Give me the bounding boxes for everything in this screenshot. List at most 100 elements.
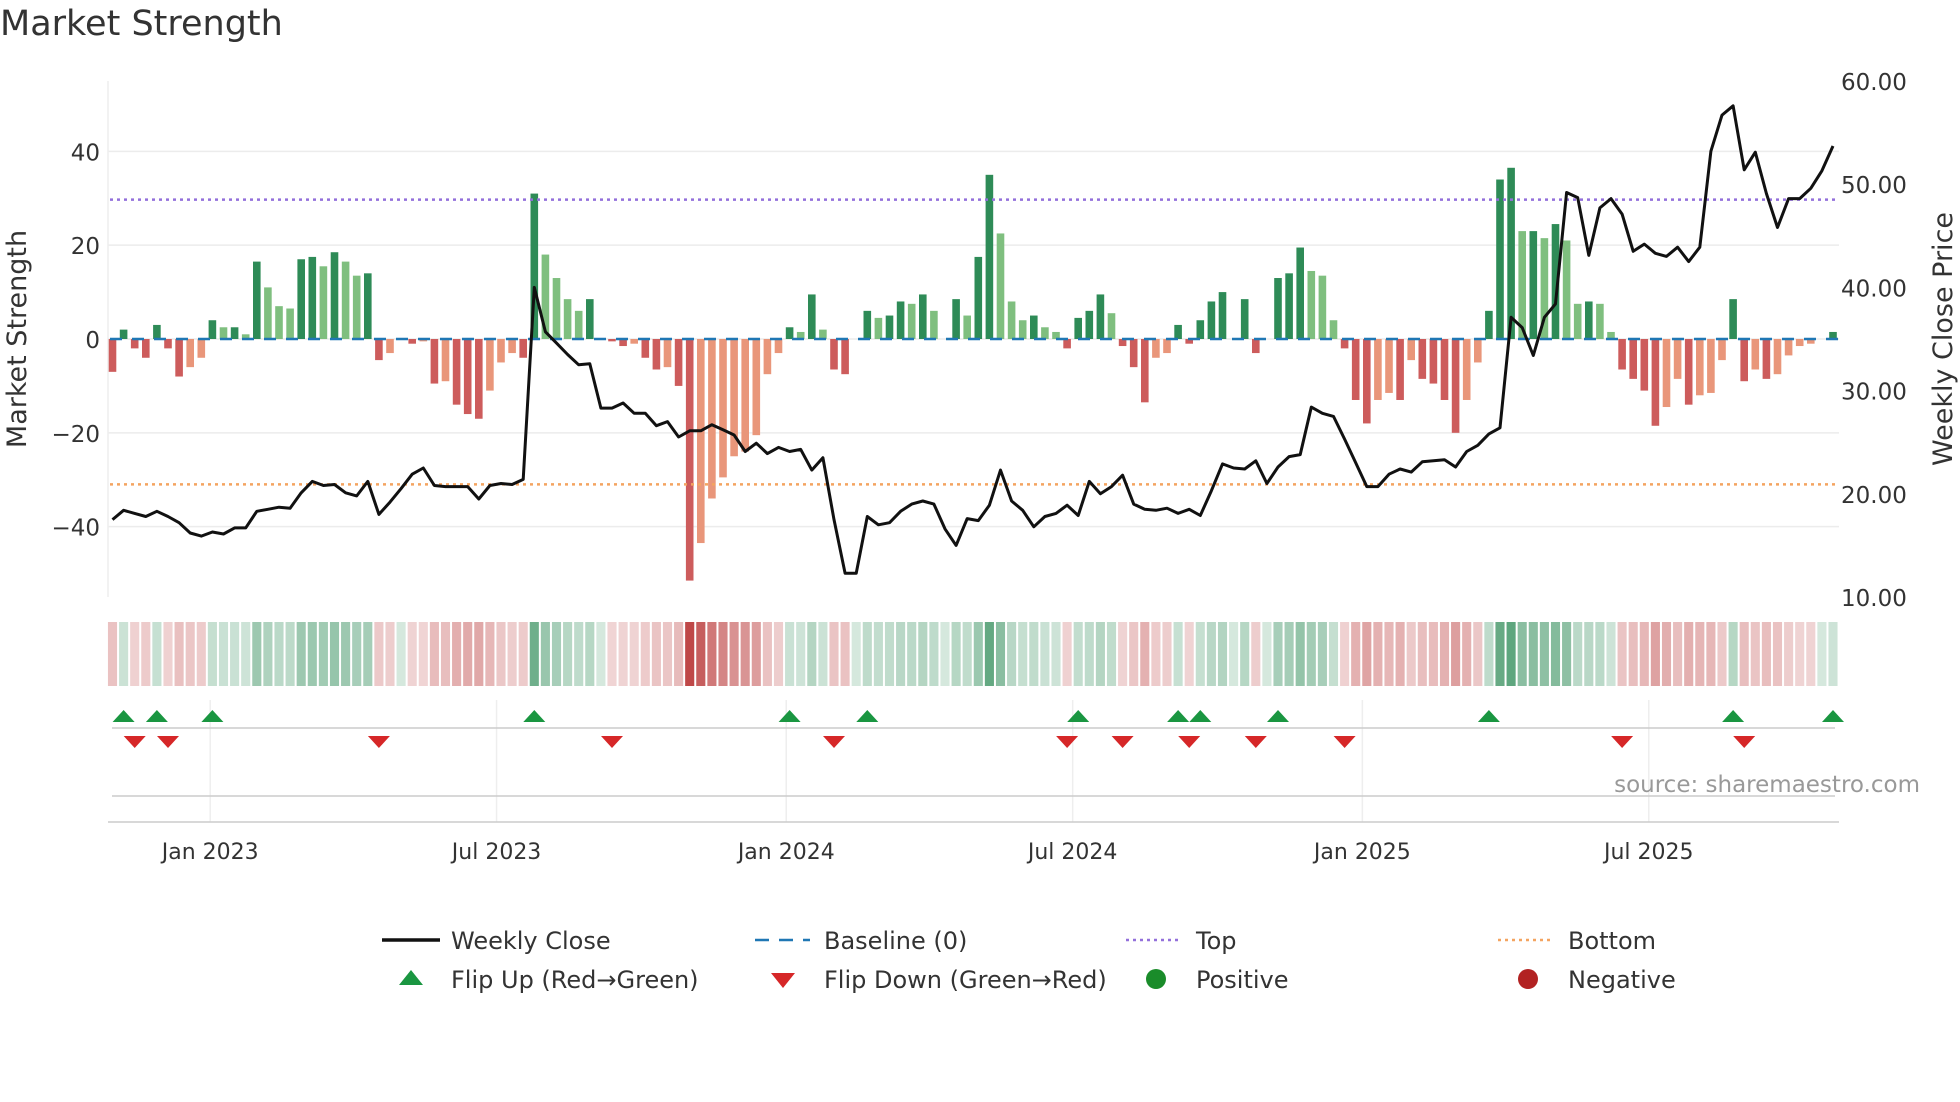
strength-bar [685,339,694,581]
strength-bar [130,339,139,349]
strength-bar [1074,317,1082,339]
flip-down-marker [1244,736,1267,748]
heat-strip-cell [1262,622,1272,686]
heat-strip-cell [585,622,595,686]
strength-bar [430,339,439,384]
strength-bar [497,339,505,363]
legend-bottom-label: Bottom [1568,927,1656,955]
strength-bar [1795,339,1804,347]
heat-strip-cell [1351,622,1361,686]
heat-strip-cell [1661,622,1672,686]
strength-bar [1252,339,1260,354]
strength-bar [208,320,217,339]
heat-strip-cell [1317,622,1327,686]
heat-strip-cell [1084,622,1094,686]
heat-strip-cell [1706,622,1716,686]
heat-strip-cell [940,622,950,686]
legend-top-label: Top [1195,927,1237,955]
flip-up-marker [1722,710,1745,722]
legend-negative-label: Negative [1568,966,1676,994]
heat-strip-cell [829,622,839,686]
heat-strip-cell [1628,622,1638,686]
heat-strip-cell [230,622,240,686]
y-tick-label: 0 [85,328,100,354]
strength-bar [1651,339,1660,426]
heat-strip-cell [1562,622,1572,686]
flip-down-marker [1178,736,1201,748]
strength-bar [253,261,261,339]
heat-strip-cell [274,622,284,686]
heat-strip-cell [1206,622,1216,686]
heat-strip-cell [1750,622,1760,686]
strength-bar [230,327,239,339]
heat-strip-cell [651,622,661,686]
heat-strip-cell [1140,622,1150,686]
strength-bar [1018,320,1027,339]
heat-strip-cell [574,622,584,686]
strength-bar [1007,301,1016,339]
flip-up-marker [523,710,546,722]
strength-bar [674,339,683,386]
strength-bar [175,339,183,377]
strength-bar [1174,324,1182,339]
strength-bar [1573,303,1582,339]
heat-strip-cell [218,622,229,686]
strength-bar [142,339,150,358]
strength-bar [785,327,794,339]
strength-bar [774,339,783,354]
strength-bar [119,329,128,339]
strength-bar [1163,339,1171,354]
strength-bar [741,339,749,452]
strength-bar [297,259,305,339]
x-tick-label: Jan 2025 [1312,840,1411,865]
strength-bar [1485,310,1493,339]
heat-strip-cell [452,622,462,686]
strength-bar [197,339,206,358]
market-strength-chart: −40 −20 0 20 40 10.00 20.00 30.00 40.00 50.00 60.0… [2,70,1959,994]
strength-bar [1129,339,1138,368]
heat-strip-cell [341,622,351,686]
flip-down-marker [1733,736,1756,748]
y2-tick-label: 30.00 [1841,380,1907,406]
heat-strip-cell [263,622,273,686]
heat-strip-cell [1439,622,1450,686]
heat-strip-cell [152,622,162,686]
y-tick-label: 40 [71,140,100,166]
heat-strip-cell [1273,622,1283,686]
heat-strip-cell [429,622,439,686]
strength-bar [1707,339,1715,393]
heat-strip-cell [1573,622,1583,686]
heat-strip-cell [596,622,606,686]
strength-bar [1218,292,1227,339]
strength-bar [1596,303,1604,339]
heat-strip-cell [1695,622,1705,686]
strength-bar [1374,339,1382,400]
strength-bar [1496,179,1504,339]
heat-strip-cell [1162,622,1172,686]
strength-bar [108,339,117,372]
strength-bar [1474,339,1482,363]
heat-strip-cell [1251,622,1261,686]
strength-bar [1762,339,1771,379]
heat-strip-cell [1029,622,1039,686]
strength-bar [275,306,283,339]
heat-strip-cell [1539,622,1549,686]
strength-bar [1718,339,1726,361]
heat-strip-cell [1384,622,1394,686]
heat-strip-cell [607,622,617,686]
heat-strip-cell [1673,622,1683,686]
heat-strip-cell [929,622,939,686]
strength-bar [1107,313,1116,339]
x-tick-label: Jul 2023 [450,840,542,865]
x-tick-label: Jan 2023 [160,840,259,865]
strength-bar [441,339,450,382]
heat-strip-cell [1728,622,1738,686]
strength-bar [1030,315,1038,339]
strength-bar [1329,320,1338,339]
strength-bar [708,339,716,499]
heat-strip-cell [1595,622,1605,686]
heat-strip-cell [1817,622,1827,686]
heat-strip-cell [1328,622,1339,686]
heat-strip-cell [995,622,1006,686]
strength-bar [1296,247,1304,339]
